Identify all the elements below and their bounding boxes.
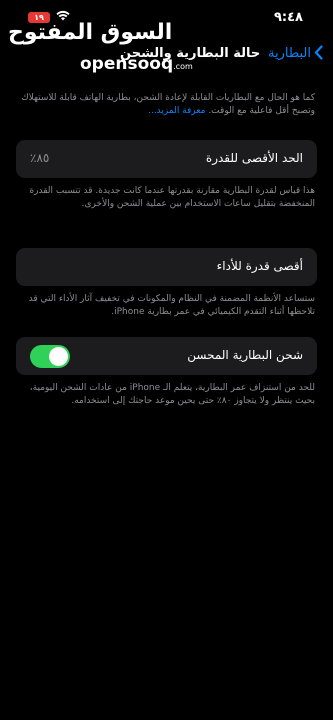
- max-capacity-label: الحد الأقصى للقدرة: [205, 151, 303, 165]
- max-capacity-note: هذا قياس لقدرة البطارية مقارنة بقدرتها ع…: [29, 186, 315, 209]
- optimized-charging-label: شحن البطارية المحسن: [187, 348, 303, 362]
- intro-text: كما هو الحال مع البطاريات القابلة لإعادة…: [19, 92, 315, 118]
- nav-bar: حالة البطارية والشحن البطارية: [0, 40, 333, 68]
- peak-performance-note: ستساعد الأنظمة المضمنة في النظام والمكون…: [28, 294, 315, 317]
- optimized-charging-toggle[interactable]: [30, 345, 70, 368]
- max-capacity-value: ٪٨٥: [30, 151, 50, 165]
- learn-more-link[interactable]: معرفة المزيد...: [148, 106, 205, 116]
- peak-performance-label: أقصى قدرة للأداء: [216, 259, 303, 273]
- back-label: البطارية: [268, 46, 311, 61]
- chevron-left-icon: [314, 45, 323, 62]
- clock: ٩:٤٨: [273, 10, 303, 25]
- max-capacity-cell: الحد الأقصى للقدرة ٪٨٥: [16, 140, 317, 178]
- optimized-charging-note: للحد من استنزاف عمر البطارية، يتعلم الـ …: [29, 383, 315, 406]
- page-title: حالة البطارية والشحن: [120, 46, 261, 61]
- back-button[interactable]: البطارية: [268, 45, 323, 62]
- toggle-knob: [49, 347, 68, 366]
- peak-performance-cell[interactable]: أقصى قدرة للأداء: [16, 248, 317, 286]
- optimized-charging-cell: شحن البطارية المحسن: [16, 337, 317, 375]
